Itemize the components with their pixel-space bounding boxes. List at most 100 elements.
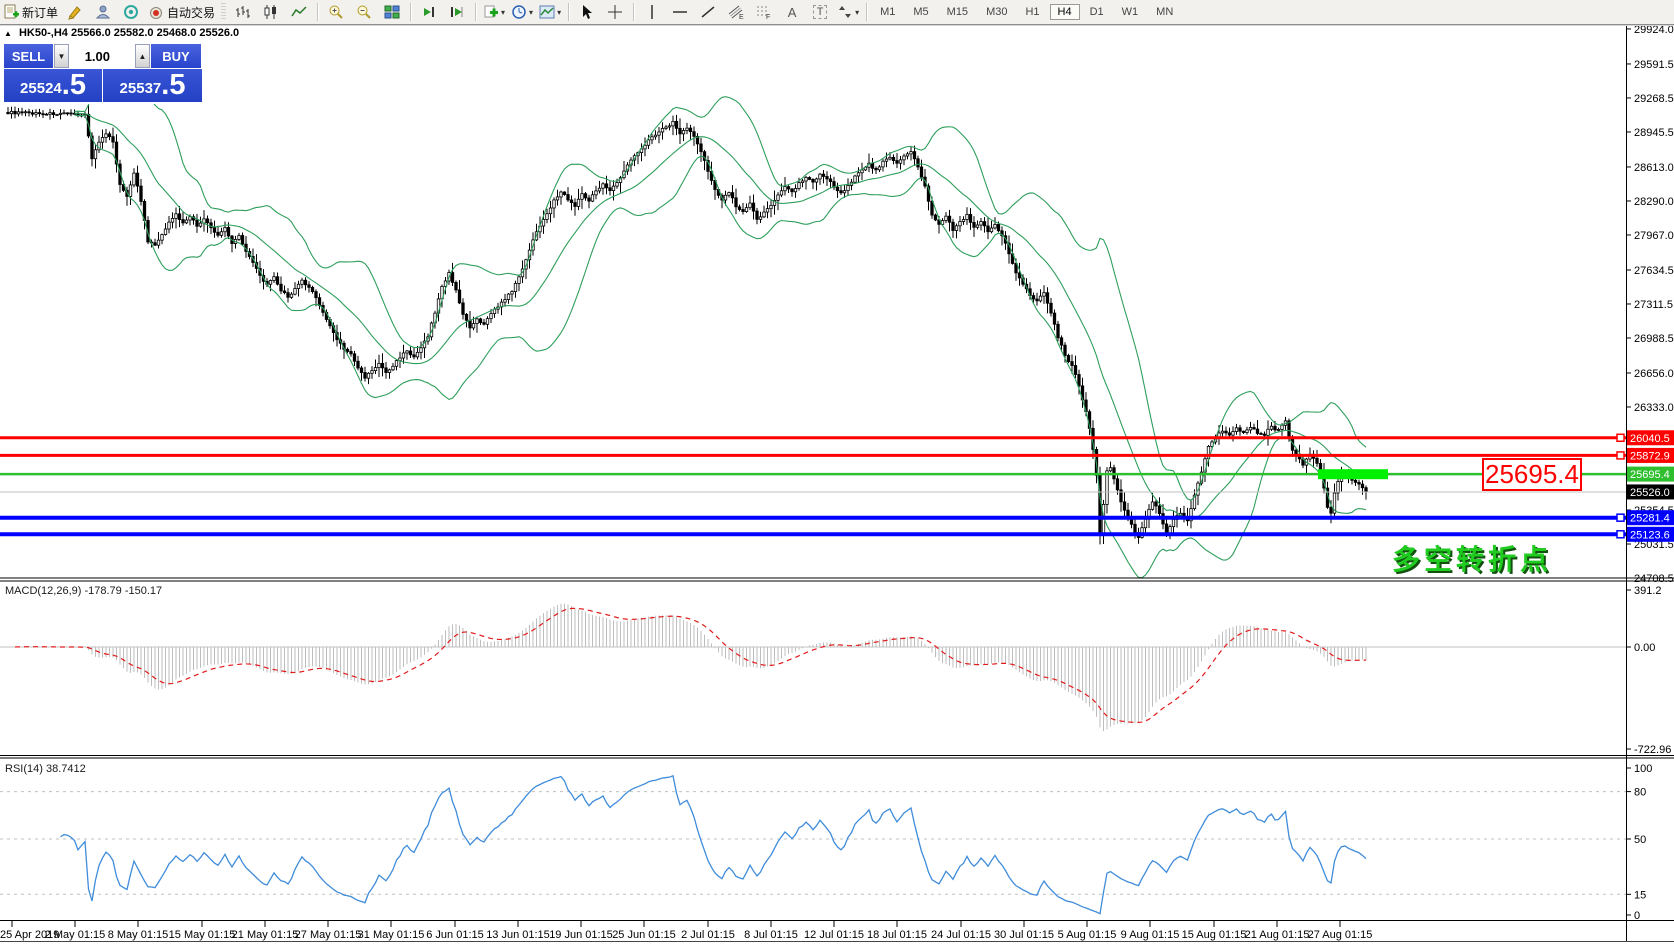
- highlight-rectangle[interactable]: [1318, 469, 1388, 479]
- time-tick-label: 6 Jun 01:15: [426, 929, 484, 941]
- sell-button[interactable]: SELL: [4, 44, 53, 68]
- signals-button[interactable]: [118, 2, 144, 22]
- timeframe-w1-button[interactable]: W1: [1114, 4, 1147, 20]
- time-tick-label: 27 May 01:15: [295, 929, 362, 941]
- candle-body: [182, 220, 185, 223]
- candle-body: [1046, 293, 1049, 304]
- candle-body: [315, 292, 318, 298]
- candle-body: [283, 291, 286, 293]
- new-order-label: 新订单: [22, 4, 58, 21]
- price-tick-label: 26988.5: [1634, 333, 1674, 345]
- horizontal-line-button[interactable]: [667, 2, 693, 22]
- candle-body: [777, 195, 780, 200]
- rsi-panel: [0, 776, 1626, 914]
- auto-trading-button[interactable]: 自动交易: [146, 2, 217, 22]
- candle-body: [997, 224, 1000, 230]
- new-order-button[interactable]: 新订单: [1, 2, 60, 22]
- time-tick-label: 2 May 01:15: [45, 929, 106, 941]
- candle-body: [402, 353, 405, 358]
- volume-decrease-button[interactable]: ▼: [54, 44, 69, 68]
- candle-body: [791, 189, 794, 192]
- macd-axis: 391.20.00-722.96: [1626, 585, 1671, 756]
- sell-price[interactable]: 25524.5: [4, 69, 102, 102]
- equidistant-channel-button[interactable]: E: [723, 2, 749, 22]
- candle-body: [49, 113, 52, 115]
- period-clock-button[interactable]: ▾: [509, 2, 535, 22]
- candlestick-icon: [263, 4, 279, 20]
- collapse-panel-icon[interactable]: ▲: [4, 29, 12, 38]
- candle-body: [409, 351, 412, 355]
- chart-shift-button[interactable]: [444, 2, 470, 22]
- candle-body: [1316, 458, 1319, 463]
- candle-body: [1288, 421, 1291, 439]
- timeframe-h1-button[interactable]: H1: [1017, 4, 1047, 20]
- sell-price-pip: .5: [62, 71, 86, 100]
- add-indicator-button[interactable]: ▾: [481, 2, 507, 22]
- timeframe-m30-button[interactable]: M30: [978, 4, 1015, 20]
- timeframe-toolbar: M1M5M15M30H1H4D1W1MN: [871, 4, 1182, 20]
- cursor-button[interactable]: [574, 2, 600, 22]
- candle-body: [815, 179, 818, 182]
- profile-button[interactable]: [90, 2, 116, 22]
- candle-body: [297, 284, 300, 288]
- time-tick-label: 21 Aug 01:15: [1245, 929, 1310, 941]
- zoom-in-button[interactable]: [323, 2, 349, 22]
- candle-body: [1365, 488, 1368, 492]
- text-button[interactable]: A: [779, 2, 805, 22]
- candle-body: [1067, 355, 1070, 361]
- tile-windows-button[interactable]: [379, 2, 405, 22]
- candle-body: [458, 290, 461, 303]
- hlines-layer: [0, 438, 1626, 535]
- template-button[interactable]: ▾: [537, 2, 563, 22]
- candle-body: [304, 280, 307, 285]
- candle-body: [847, 185, 850, 190]
- line-chart-button[interactable]: [286, 2, 312, 22]
- bar-chart-button[interactable]: [230, 2, 256, 22]
- arrows-button[interactable]: ▾: [835, 2, 861, 22]
- crosshair-button[interactable]: [602, 2, 628, 22]
- candle-body: [7, 112, 10, 113]
- time-tick-label: 9 Aug 01:15: [1121, 929, 1180, 941]
- candle-body: [658, 132, 661, 135]
- fibonacci-button[interactable]: F: [751, 2, 777, 22]
- candle-body: [21, 112, 24, 113]
- vertical-line-button[interactable]: [639, 2, 665, 22]
- candle-body: [241, 236, 244, 245]
- timeframe-m15-button[interactable]: M15: [939, 4, 976, 20]
- text-label-button[interactable]: T: [807, 2, 833, 22]
- trend-line-button[interactable]: [695, 2, 721, 22]
- volume-input[interactable]: 1.00: [70, 44, 134, 68]
- candle-body: [101, 138, 104, 143]
- buy-button[interactable]: BUY: [151, 44, 201, 68]
- candlestick-button[interactable]: [258, 2, 284, 22]
- timeframe-m1-button[interactable]: M1: [872, 4, 903, 20]
- candle-body: [140, 186, 143, 201]
- styler-button[interactable]: [62, 2, 88, 22]
- candle-body: [801, 181, 804, 183]
- timeframe-mn-button[interactable]: MN: [1148, 4, 1181, 20]
- candle-body: [805, 177, 808, 180]
- candle-body: [1246, 430, 1249, 433]
- candle-body: [728, 193, 731, 196]
- rsi-tick-label: 0: [1634, 910, 1640, 922]
- turning-point-annotation[interactable]: 多空转折点: [1392, 538, 1552, 578]
- candle-body: [654, 135, 657, 137]
- volume-increase-button[interactable]: ▲: [135, 44, 150, 68]
- price-callout-label[interactable]: 25695.4: [1482, 458, 1582, 491]
- zoom-out-button[interactable]: [351, 2, 377, 22]
- chart-canvas[interactable]: 29924.029591.529268.528945.528613.028290…: [0, 0, 1674, 949]
- buy-price[interactable]: 25537.5: [103, 69, 202, 102]
- candle-body: [693, 132, 696, 137]
- toolbar-grip: [221, 3, 226, 21]
- timeframe-h4-button[interactable]: H4: [1050, 4, 1080, 20]
- timeframe-d1-button[interactable]: D1: [1082, 4, 1112, 20]
- candle-body: [973, 222, 976, 227]
- price-tick-label: 29268.5: [1634, 93, 1674, 105]
- candle-body: [66, 113, 69, 114]
- candle-body: [1228, 433, 1231, 435]
- timeframe-m5-button[interactable]: M5: [905, 4, 936, 20]
- auto-scroll-button[interactable]: [416, 2, 442, 22]
- candle-body: [206, 219, 209, 223]
- candle-body: [1064, 345, 1067, 355]
- candle-body: [682, 131, 685, 134]
